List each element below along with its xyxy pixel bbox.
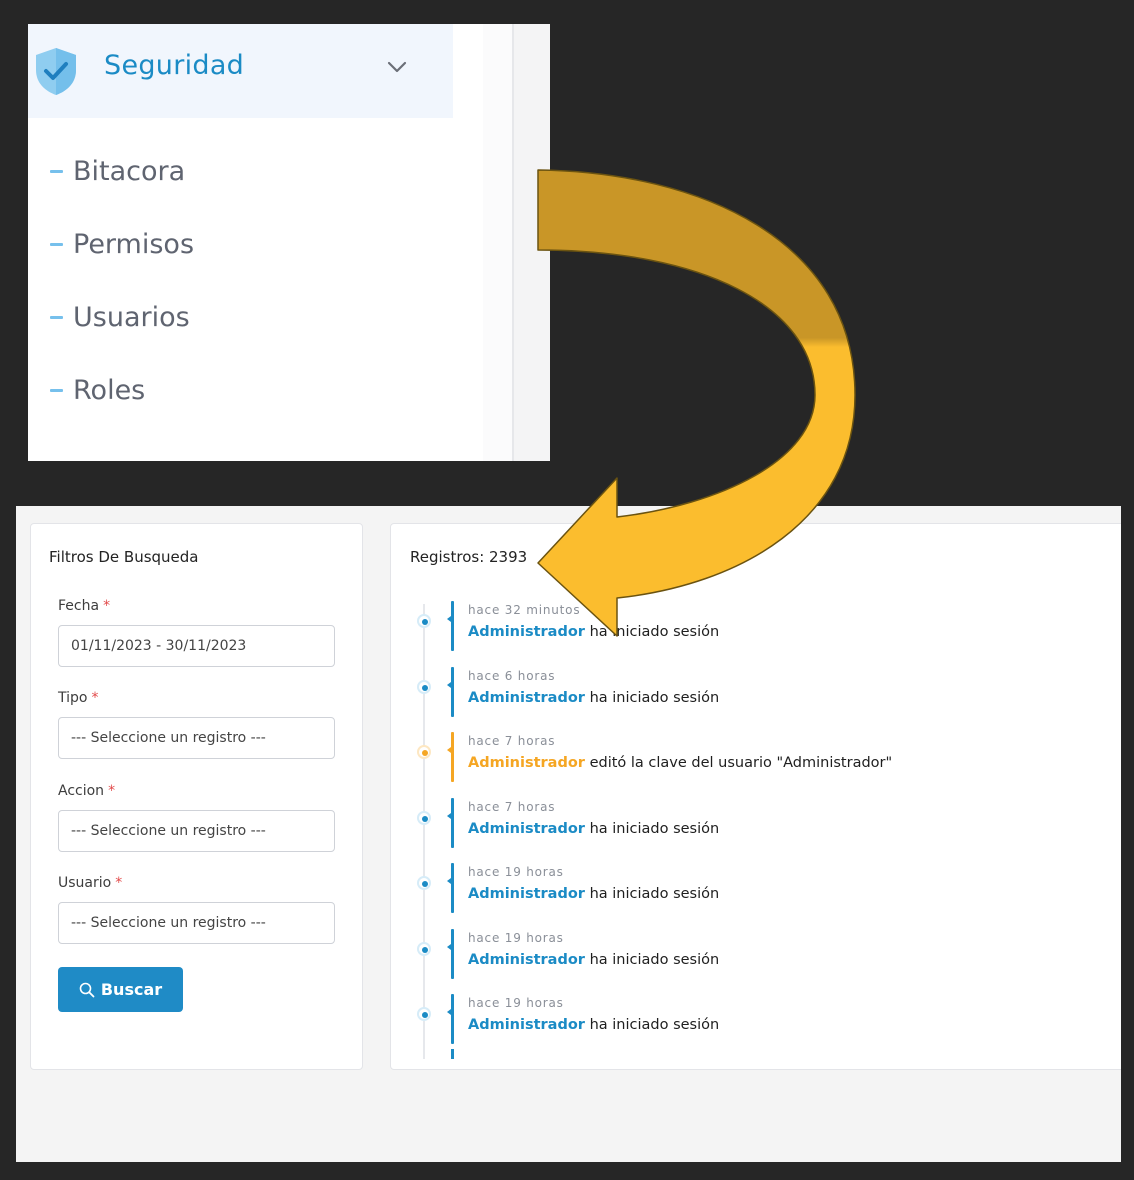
timeline-bar: [447, 601, 454, 651]
timeline-bar: [447, 666, 454, 717]
timeline-user-link[interactable]: Administrador: [468, 690, 585, 706]
records-card: Registros: 2393 hace 32 minutos Administr…: [390, 523, 1121, 1070]
required-mark: *: [108, 783, 116, 799]
timeline-action: ha iniciado sesión: [584, 689, 720, 706]
timeline-time: hace 32 minutos: [468, 603, 581, 617]
dash-marker: [50, 315, 63, 319]
timeline-action: ha iniciado sesión: [584, 1017, 720, 1033]
timeline-user-link[interactable]: Administrador: [468, 624, 585, 640]
timeline-dot: [417, 1007, 431, 1021]
dash-marker: [50, 169, 63, 173]
fecha-label-text: Fecha: [58, 598, 100, 614]
timeline-time: hace 19 horas: [468, 865, 564, 879]
timeline-message: Administrador ha iniciado sesión: [468, 690, 719, 706]
timeline-bar: [447, 732, 454, 782]
date-range-input[interactable]: 01/11/2023 - 30/11/2023: [58, 625, 335, 667]
timeline-user-link[interactable]: Administrador: [468, 1017, 585, 1033]
tipo-label: Tipo *: [58, 690, 98, 706]
dash-marker: [50, 388, 63, 392]
search-button[interactable]: Buscar: [58, 967, 183, 1012]
timeline-bar: [447, 994, 454, 1044]
timeline-message: Administrador editó la clave del usuario…: [468, 755, 892, 771]
bitacora-page: Filtros De Busqueda Fecha * 01/11/2023 - …: [16, 506, 1121, 1162]
shield-check-icon: [36, 48, 76, 95]
records-count: Registros: 2393: [410, 548, 528, 566]
usuario-label-text: Usuario: [58, 875, 112, 891]
timeline-bar-tail: [451, 1049, 454, 1059]
timeline-entry: hace 32 minutos Administrador ha iniciado…: [411, 601, 1121, 651]
timeline-time: hace 19 horas: [468, 930, 564, 945]
timeline-user-link[interactable]: Administrador: [468, 755, 585, 771]
timeline-action: ha iniciado sesión: [584, 624, 720, 640]
timeline-entry: hace 19 horas Administrador ha iniciado s…: [411, 994, 1121, 1044]
date-range-value: 01/11/2023 - 30/11/2023: [71, 638, 247, 654]
menu-group-seguridad[interactable]: Seguridad: [28, 24, 453, 118]
timeline-action: ha iniciado sesión: [584, 886, 720, 902]
sidebar-item-bitacora[interactable]: Bitacora: [50, 151, 185, 191]
accion-label: Accion *: [58, 783, 115, 799]
filters-title: Filtros De Busqueda: [49, 548, 199, 566]
required-mark: *: [115, 875, 123, 891]
usuario-label: Usuario *: [58, 875, 122, 891]
sidebar-menu: Seguridad Bitacora Permisos Usuarios Rol…: [28, 24, 550, 461]
timeline-entry: hace 7 horas Administrador ha iniciado se…: [411, 797, 1121, 848]
tipo-select-value: --- Seleccione un registro ---: [71, 730, 266, 746]
timeline-entry: hace 6 horas Administrador ha iniciado se…: [411, 666, 1121, 717]
timeline-time: hace 19 horas: [468, 996, 564, 1010]
timeline-bar: [447, 928, 454, 979]
timeline-time: hace 6 horas: [468, 668, 556, 683]
timeline-dot: [417, 810, 431, 825]
search-button-label: Buscar: [100, 980, 163, 999]
timeline-dot: [417, 876, 431, 890]
timeline-action: ha iniciado sesión: [584, 951, 720, 968]
accion-label-text: Accion: [58, 783, 105, 799]
timeline-message: Administrador ha iniciado sesión: [468, 821, 719, 837]
usuario-select[interactable]: --- Seleccione un registro ---: [58, 902, 335, 944]
required-mark: *: [91, 690, 99, 706]
timeline-entry: hace 19 horas Administrador ha iniciado s…: [411, 863, 1121, 913]
required-mark: *: [103, 598, 111, 614]
usuario-select-value: --- Seleccione un registro ---: [71, 915, 266, 931]
timeline-entry: hace 7 horas Administrador editó la clave…: [411, 732, 1121, 782]
timeline-bar: [447, 797, 454, 848]
timeline-user-link[interactable]: Administrador: [468, 821, 585, 837]
sidebar-rail: [483, 24, 512, 461]
timeline-message: Administrador ha iniciado sesión: [468, 1017, 719, 1033]
timeline-message: Administrador ha iniciado sesión: [468, 886, 719, 902]
timeline-message: Administrador ha iniciado sesión: [468, 952, 719, 968]
timeline-time: hace 7 horas: [468, 799, 556, 814]
search-icon: [79, 982, 95, 997]
chevron-down-icon[interactable]: [386, 60, 408, 74]
timeline-user-link[interactable]: Administrador: [468, 952, 585, 968]
timeline-message: Administrador ha iniciado sesión: [468, 624, 719, 640]
dash-marker: [50, 242, 63, 246]
sidebar-item-label: Usuarios: [73, 301, 190, 333]
timeline-dot: [417, 679, 431, 694]
timeline-dot: [417, 614, 431, 628]
menu-group-title: Seguridad: [104, 50, 245, 81]
timeline-user-link[interactable]: Administrador: [468, 886, 585, 902]
timeline-action: editó la clave del usuario "Administrado…: [584, 755, 893, 771]
sidebar-item-permisos[interactable]: Permisos: [50, 224, 194, 264]
sidebar-item-label: Bitacora: [73, 155, 186, 187]
tipo-label-text: Tipo: [58, 690, 88, 706]
sidebar-item-label: Permisos: [73, 228, 195, 260]
accion-select-value: --- Seleccione un registro ---: [71, 823, 266, 839]
tipo-select[interactable]: --- Seleccione un registro ---: [58, 717, 335, 759]
timeline-action: ha iniciado sesión: [584, 820, 720, 837]
timeline-entry: hace 19 horas Administrador ha iniciado s…: [411, 928, 1121, 979]
sidebar-item-usuarios[interactable]: Usuarios: [50, 297, 190, 337]
content-edge: [512, 24, 550, 461]
timeline-time: hace 7 horas: [468, 734, 556, 748]
fecha-label: Fecha *: [58, 598, 110, 614]
sidebar-item-roles[interactable]: Roles: [50, 370, 145, 410]
search-filters-card: Filtros De Busqueda Fecha * 01/11/2023 - …: [30, 523, 363, 1070]
timeline-dot: [417, 941, 431, 956]
sidebar-item-label: Roles: [73, 374, 146, 406]
accion-select[interactable]: --- Seleccione un registro ---: [58, 810, 335, 852]
timeline-dot: [417, 745, 431, 759]
timeline-bar: [447, 863, 454, 913]
